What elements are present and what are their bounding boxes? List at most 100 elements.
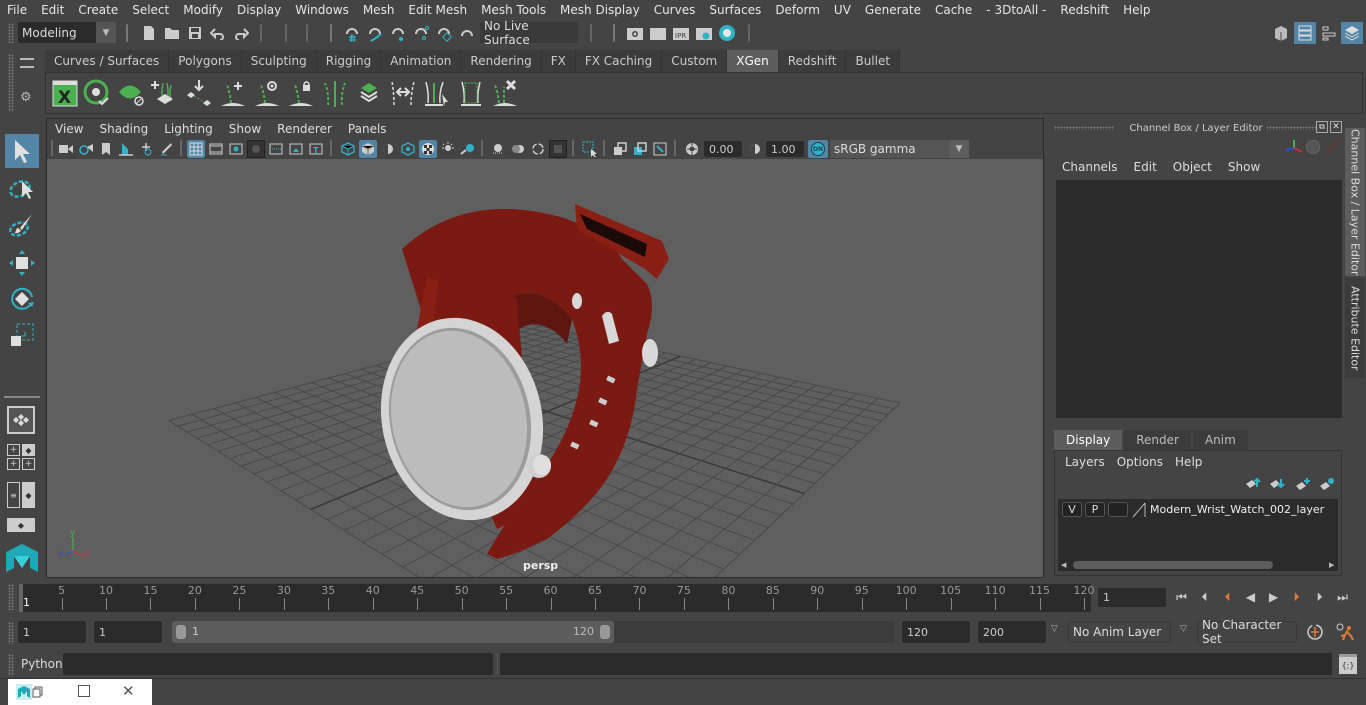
anim-layer-select[interactable]: No Anim Layer bbox=[1068, 621, 1171, 643]
undo-icon[interactable] bbox=[208, 23, 228, 43]
hypershade-icon[interactable] bbox=[717, 23, 737, 43]
channel-menu-channels[interactable]: Channels bbox=[1054, 160, 1126, 174]
attribute-editor-icon[interactable] bbox=[1294, 22, 1316, 44]
drag-handle[interactable] bbox=[1266, 126, 1316, 130]
xgen-guides-to-curves-icon[interactable] bbox=[320, 77, 350, 109]
exposure-field[interactable]: 0.00 bbox=[704, 141, 742, 157]
anti-aliasing-icon[interactable] bbox=[529, 140, 547, 158]
viewport-menu-panels[interactable]: Panels bbox=[340, 122, 395, 136]
motion-blur-icon[interactable] bbox=[509, 140, 527, 158]
float-panel-icon[interactable]: ⧉ bbox=[1316, 121, 1328, 133]
xgen-guides-bbox-icon[interactable] bbox=[456, 77, 486, 109]
menu-edit-mesh[interactable]: Edit Mesh bbox=[401, 3, 474, 17]
menu-redshift[interactable]: Redshift bbox=[1053, 3, 1116, 17]
drag-handle[interactable] bbox=[8, 622, 14, 644]
auto-key-icon[interactable] bbox=[1306, 623, 1324, 641]
mode-select[interactable]: Modeling ▼ bbox=[18, 22, 116, 43]
layer-menu-layers[interactable]: Layers bbox=[1059, 455, 1111, 469]
lasso-tool-icon[interactable] bbox=[5, 172, 39, 206]
step-forward-key-icon[interactable]: ⏵ bbox=[1285, 587, 1308, 607]
safe-title-icon[interactable]: T bbox=[307, 140, 325, 158]
menu-mesh-display[interactable]: Mesh Display bbox=[553, 3, 647, 17]
menu-uv[interactable]: UV bbox=[827, 3, 858, 17]
xgen-preview-icon[interactable] bbox=[82, 77, 112, 109]
redo-icon[interactable] bbox=[231, 23, 251, 43]
four-view-layout-icon[interactable]: + ◆ + + bbox=[7, 444, 35, 470]
screen-space-ao-icon[interactable] bbox=[489, 140, 507, 158]
isolate-select-icon[interactable] bbox=[581, 140, 599, 158]
xgen-clear-preview-icon[interactable] bbox=[116, 77, 146, 109]
hyper-channel-icon[interactable] bbox=[1326, 140, 1340, 154]
menu-mesh-tools[interactable]: Mesh Tools bbox=[474, 3, 553, 17]
render-settings-icon[interactable] bbox=[694, 23, 714, 43]
viewport-menu-renderer[interactable]: Renderer bbox=[269, 122, 340, 136]
xgen-interactive-groom-icon[interactable] bbox=[354, 77, 384, 109]
move-tool-icon[interactable] bbox=[5, 246, 39, 280]
menu-generate[interactable]: Generate bbox=[858, 3, 928, 17]
shelf-tab-rigging[interactable]: Rigging bbox=[316, 50, 382, 72]
gate-mask-icon[interactable] bbox=[247, 140, 265, 158]
layer-visibility-toggle[interactable]: V bbox=[1062, 502, 1082, 517]
drag-handle[interactable] bbox=[8, 23, 14, 43]
xray-icon[interactable] bbox=[611, 140, 629, 158]
menu-edit[interactable]: Edit bbox=[34, 3, 71, 17]
resolution-gate-icon[interactable] bbox=[227, 140, 245, 158]
watch-model[interactable] bbox=[47, 159, 1043, 577]
play-backwards-icon[interactable]: ◀ bbox=[1239, 587, 1262, 607]
menu-3dtoall[interactable]: - 3DtoAll - bbox=[979, 3, 1053, 17]
default-material-icon[interactable] bbox=[379, 140, 397, 158]
layer-color-swatch[interactable] bbox=[1132, 502, 1146, 518]
menu-deform[interactable]: Deform bbox=[768, 3, 827, 17]
new-empty-layer-icon[interactable] bbox=[1295, 477, 1311, 491]
move-layer-down-icon[interactable] bbox=[1269, 477, 1285, 491]
menu-help[interactable]: Help bbox=[1116, 3, 1157, 17]
shelf-tab-fx-caching[interactable]: FX Caching bbox=[575, 50, 663, 72]
maya-app-icon[interactable] bbox=[16, 684, 32, 700]
shelf-tab-fx[interactable]: FX bbox=[541, 50, 576, 72]
layer-name[interactable]: Modern_Wrist_Watch_002_layer bbox=[1150, 503, 1324, 516]
render-current-icon[interactable] bbox=[648, 23, 668, 43]
shelf-tab-curves-surfaces[interactable]: Curves / Surfaces bbox=[45, 50, 170, 72]
color-management-toggle[interactable]: ON bbox=[808, 140, 828, 158]
rotate-tool-icon[interactable] bbox=[5, 282, 39, 316]
viewport-menu-view[interactable]: View bbox=[47, 122, 91, 136]
shelf-tab-redshift[interactable]: Redshift bbox=[778, 50, 847, 72]
animation-start-field[interactable]: 1 bbox=[18, 621, 86, 643]
shelf-tab-custom[interactable]: Custom bbox=[662, 50, 728, 72]
step-forward-frame-icon[interactable]: ⏵ bbox=[1308, 587, 1331, 607]
gamma-icon[interactable] bbox=[745, 140, 763, 158]
range-end-handle[interactable] bbox=[600, 625, 610, 639]
xgen-delete-guides-icon[interactable] bbox=[490, 77, 520, 109]
paint-select-tool-icon[interactable] bbox=[5, 208, 39, 242]
image-plane-icon[interactable] bbox=[117, 140, 135, 158]
xgen-place-guides-icon[interactable] bbox=[184, 77, 214, 109]
character-set-select[interactable]: No Character Set bbox=[1197, 618, 1297, 646]
save-scene-icon[interactable] bbox=[185, 23, 205, 43]
xgen-add-description-icon[interactable] bbox=[150, 77, 180, 109]
bookmarks-icon[interactable] bbox=[97, 140, 115, 158]
range-start-handle[interactable] bbox=[176, 625, 186, 639]
xgen-lock-guides-icon[interactable] bbox=[286, 77, 316, 109]
exposure-icon[interactable] bbox=[683, 140, 701, 158]
playback-start-field[interactable]: 1 bbox=[94, 621, 162, 643]
scrollbar-thumb[interactable] bbox=[1073, 561, 1273, 569]
go-to-end-icon[interactable]: ⏭ bbox=[1331, 587, 1354, 607]
scroll-left-icon[interactable]: ◀ bbox=[1061, 561, 1066, 569]
use-all-lights-icon[interactable] bbox=[439, 140, 457, 158]
close-icon[interactable]: ✕ bbox=[122, 682, 135, 700]
animation-preferences-icon[interactable] bbox=[1334, 622, 1356, 642]
xray-joints-icon[interactable] bbox=[631, 140, 649, 158]
snap-view-plane-icon[interactable] bbox=[411, 23, 431, 43]
ipr-render-icon[interactable]: IPR bbox=[671, 23, 691, 43]
shelf-tab-bullet[interactable]: Bullet bbox=[846, 50, 901, 72]
menu-curves[interactable]: Curves bbox=[647, 3, 703, 17]
scroll-right-icon[interactable]: ▶ bbox=[1329, 561, 1334, 569]
menu-modify[interactable]: Modify bbox=[176, 3, 230, 17]
menu-create[interactable]: Create bbox=[71, 3, 125, 17]
grease-pencil-icon[interactable] bbox=[157, 140, 175, 158]
menu-mesh[interactable]: Mesh bbox=[356, 3, 402, 17]
xray-active-components-icon[interactable] bbox=[651, 140, 669, 158]
menu-surfaces[interactable]: Surfaces bbox=[702, 3, 768, 17]
camera-attributes-icon[interactable] bbox=[77, 140, 95, 158]
menu-select[interactable]: Select bbox=[125, 3, 176, 17]
